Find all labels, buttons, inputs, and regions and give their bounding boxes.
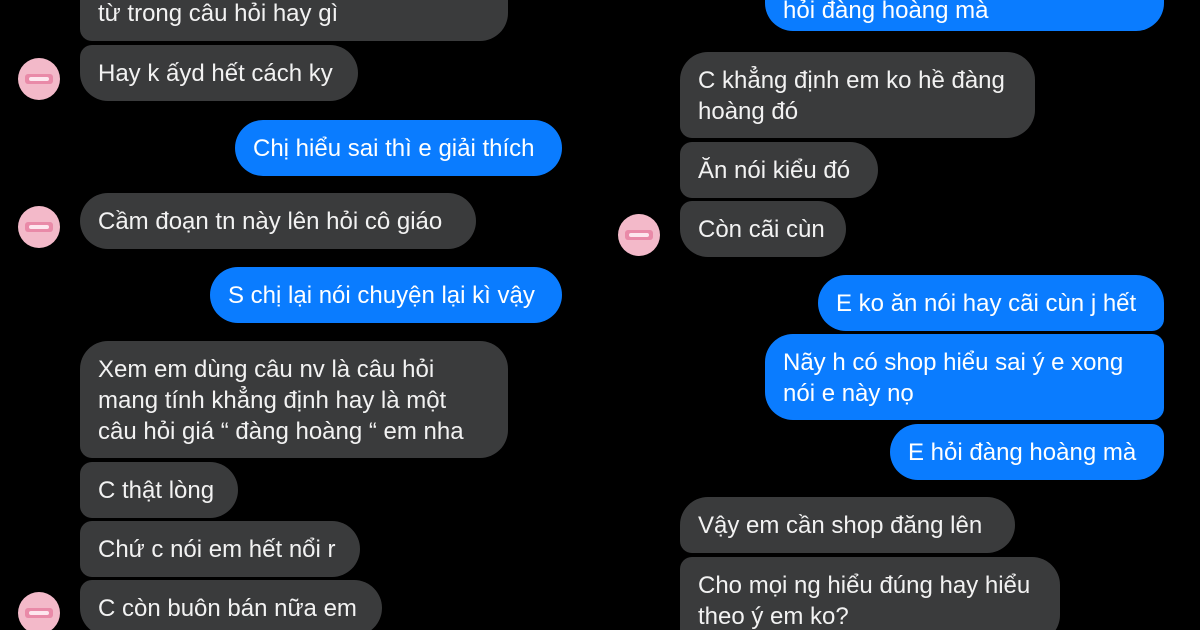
message-text: Hay k ấyd hết cách ky [98, 60, 333, 87]
message-text: Vậy em cần shop đăng lên [698, 512, 983, 539]
message-text: Ăn nói kiểu đó [698, 157, 851, 184]
message-outgoing[interactable]: E hỏi đàng hoàng mà [890, 424, 1164, 480]
message-text-line: câu hỏi giá “ đàng hoàng “ em nha [98, 418, 464, 445]
message-incoming[interactable]: C khẳng định em ko hề đàng hoàng đó [680, 52, 1035, 138]
message-incoming[interactable]: Xem em dùng câu nv là câu hỏi mang tính … [80, 341, 508, 458]
message-text: E hỏi đàng hoàng mà [908, 439, 1137, 466]
message-text: Chứ c nói em hết nổi r [98, 536, 336, 563]
message-outgoing[interactable]: S chị lại nói chuyện lại kì vậy [210, 267, 562, 323]
message-incoming[interactable]: C còn buôn bán nữa em [80, 580, 382, 630]
message-outgoing[interactable]: Nãy h có shop hiểu sai ý e xong nói e nà… [765, 334, 1164, 420]
message-text-line: hoàng đó [698, 98, 799, 125]
avatar-icon[interactable] [18, 592, 60, 630]
message-incoming[interactable]: Cầm đoạn tn này lên hỏi cô giáo [80, 193, 476, 249]
message-text: C thật lòng [98, 477, 215, 504]
avatar-icon[interactable] [618, 214, 660, 256]
message-text-line: Xem em dùng câu nv là câu hỏi [98, 356, 435, 383]
message-incoming[interactable]: từ trong câu hỏi hay gì [80, 0, 508, 41]
message-incoming[interactable]: Vậy em cần shop đăng lên [680, 497, 1015, 553]
avatar-icon[interactable] [18, 206, 60, 248]
chat-column-left: từ trong câu hỏi hay gì Hay k ấyd hết cá… [0, 0, 600, 630]
message-outgoing[interactable]: E ko ăn nói hay cãi cùn j hết [818, 275, 1164, 331]
message-text: Còn cãi cùn [698, 216, 825, 243]
message-text-line: Nãy h có shop hiểu sai ý e xong [783, 349, 1124, 376]
message-text: Chị hiểu sai thì e giải thích [253, 135, 535, 162]
message-incoming[interactable]: Cho mọi ng hiểu đúng hay hiểu theo ý em … [680, 557, 1060, 630]
message-text-line: C khẳng định em ko hề đàng [698, 67, 1005, 94]
chat-column-right: hỏi đàng hoàng mà C khẳng định em ko hề … [600, 0, 1200, 630]
message-incoming[interactable]: Ăn nói kiểu đó [680, 142, 878, 198]
avatar-icon[interactable] [18, 58, 60, 100]
message-incoming[interactable]: Còn cãi cùn [680, 201, 846, 257]
message-outgoing[interactable]: hỏi đàng hoàng mà [765, 0, 1164, 31]
message-incoming[interactable]: C thật lòng [80, 462, 238, 518]
message-text: Cầm đoạn tn này lên hỏi cô giáo [98, 208, 443, 235]
message-text-line: Cho mọi ng hiểu đúng hay hiểu [698, 572, 1031, 599]
message-text: E ko ăn nói hay cãi cùn j hết [836, 290, 1137, 317]
message-incoming[interactable]: Hay k ấyd hết cách ky [80, 45, 358, 101]
message-text: hỏi đàng hoàng mà [783, 0, 989, 24]
message-text: từ trong câu hỏi hay gì [98, 0, 339, 27]
message-text: S chị lại nói chuyện lại kì vậy [228, 282, 535, 309]
message-incoming[interactable]: Chứ c nói em hết nổi r [80, 521, 360, 577]
message-text: C còn buôn bán nữa em [98, 595, 357, 622]
message-text-line: nói e này nọ [783, 380, 914, 407]
message-text-line: mang tính khẳng định hay là một [98, 387, 447, 414]
message-text-line: theo ý em ko? [698, 603, 849, 630]
message-outgoing[interactable]: Chị hiểu sai thì e giải thích [235, 120, 562, 176]
